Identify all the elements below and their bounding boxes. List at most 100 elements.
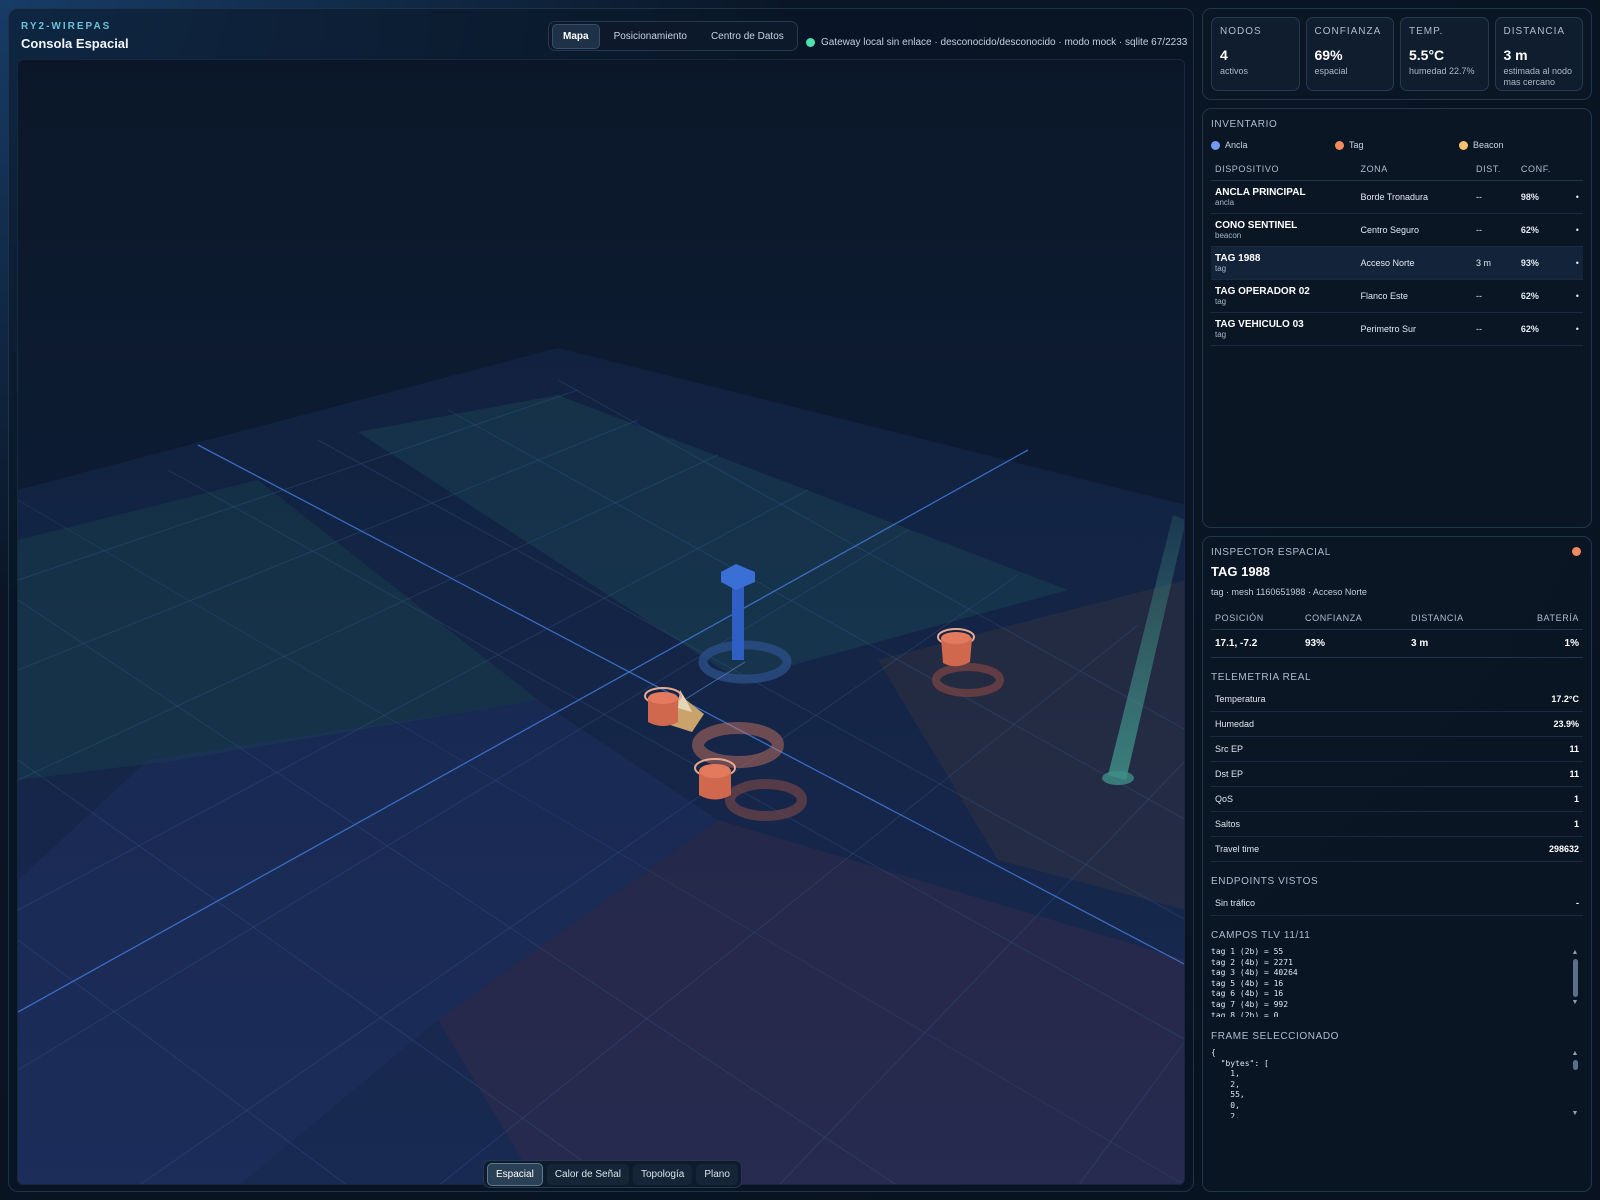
table-row[interactable]: ANCLA PRINCIPAL ancla Borde Tronadura -- … xyxy=(1211,180,1583,214)
table-row[interactable]: TAG OPERADOR 02 tag Flanco Este -- 62% • xyxy=(1211,279,1583,313)
render-mode-tabs: Espacial Calor de Señal Topología Plano xyxy=(483,1160,742,1188)
legend-label: Ancla xyxy=(1225,140,1248,150)
endpoints-section: ENDPOINTS VISTOS Sin tráfico - xyxy=(1211,876,1583,916)
table-row[interactable]: CONO SENTINEL beacon Centro Seguro -- 62%… xyxy=(1211,213,1583,247)
stat-confianza: CONFIANZA 69% espacial xyxy=(1305,17,1394,91)
conf-cell: 62% xyxy=(1516,279,1572,313)
table-row-selected[interactable]: TAG 1988 tag Acceso Norte 3 m 93% • xyxy=(1211,246,1583,280)
telemetry-key: Src EP xyxy=(1215,744,1244,754)
mode-tab-espacial[interactable]: Espacial xyxy=(487,1162,543,1186)
stat-value: 3 m xyxy=(1503,47,1528,63)
telemetry-value: 17.2°C xyxy=(1551,694,1579,704)
kpi-dist: 3 m xyxy=(1407,629,1505,658)
frame-title: FRAME SELECCIONADO xyxy=(1211,1031,1340,1042)
endpoint-row: Sin tráfico - xyxy=(1211,891,1583,916)
inspector-title: TAG 1988 xyxy=(1211,564,1271,579)
telemetry-value: 1 xyxy=(1573,794,1579,804)
tlv-scroll-box[interactable]: tag 1 (2b) = 55 tag 2 (4b) = 2271 tag 3 … xyxy=(1211,947,1583,1017)
conf-cell: 62% xyxy=(1516,213,1572,247)
anchor-dot-icon xyxy=(1211,140,1220,150)
scroll-down-icon[interactable]: ▼ xyxy=(1571,1110,1579,1118)
frame-scrollbar[interactable]: ▲ ▼ xyxy=(1571,1050,1579,1118)
stat-label: TEMP. xyxy=(1409,26,1444,37)
scroll-thumb[interactable] xyxy=(1572,959,1578,997)
telemetry-list: Temperatura 17.2°C Humedad 23.9% Src EP 11 … xyxy=(1211,687,1583,862)
endpoints-title: ENDPOINTS VISTOS xyxy=(1211,876,1319,887)
inspector-card: INSPECTOR ESPACIAL TAG 1988 tag · mesh 1… xyxy=(1202,536,1592,1192)
scroll-up-icon[interactable]: ▲ xyxy=(1571,1050,1579,1058)
telemetry-key: Saltos xyxy=(1215,819,1241,829)
device-type: beacon xyxy=(1215,231,1242,240)
conf-cell: 98% xyxy=(1516,180,1572,214)
inspector-section-title: INSPECTOR ESPACIAL xyxy=(1211,547,1331,558)
device-cell: TAG 1988 tag xyxy=(1211,246,1357,280)
endpoint-key: Sin tráfico xyxy=(1215,898,1256,908)
dist-cell: -- xyxy=(1472,180,1517,214)
telemetry-key: Dst EP xyxy=(1215,769,1244,779)
tlv-scrollbar[interactable]: ▲ ▼ xyxy=(1571,949,1579,1017)
frame-section: FRAME SELECCIONADO { "bytes": [ 1, 2, 55… xyxy=(1211,1031,1583,1118)
conf-cell: 93% xyxy=(1516,246,1572,280)
scroll-down-icon[interactable]: ▼ xyxy=(1571,999,1579,1007)
kpi-header-bat: BATERÍA xyxy=(1505,613,1583,630)
row-indicator-icon: • xyxy=(1571,246,1583,280)
zone-cell: Borde Tronadura xyxy=(1356,180,1473,214)
table-row[interactable]: TAG VEHICULO 03 tag Perimetro Sur -- 62% … xyxy=(1211,312,1583,346)
telemetry-row: Humedad 23.9% xyxy=(1211,712,1583,737)
mode-tab-topologia[interactable]: Topología xyxy=(632,1163,693,1185)
brand-kicker: RY2-WIREPAS xyxy=(21,21,112,32)
frame-content: { "bytes": [ 1, 2, 55, 0, 2, xyxy=(1211,1048,1269,1118)
telemetry-row: Saltos 1 xyxy=(1211,812,1583,837)
zone-cell: Flanco Este xyxy=(1356,279,1473,313)
tab-mapa[interactable]: Mapa xyxy=(552,23,600,49)
telemetry-value: 1 xyxy=(1573,819,1579,829)
telemetry-key: Travel time xyxy=(1215,844,1260,854)
row-indicator-icon: • xyxy=(1571,180,1583,214)
legend-label: Tag xyxy=(1349,140,1364,150)
conf-cell: 62% xyxy=(1516,312,1572,346)
inspector-kpi-table: POSICIÓN CONFIANZA DISTANCIA BATERÍA 17.… xyxy=(1211,613,1583,658)
mode-tab-calor-de-senal[interactable]: Calor de Señal xyxy=(546,1163,629,1185)
mode-tab-plano[interactable]: Plano xyxy=(696,1163,738,1185)
scene-canvas[interactable] xyxy=(18,60,1185,1185)
telemetry-title: TELEMETRIA REAL xyxy=(1211,672,1312,683)
device-name: TAG 1988 xyxy=(1215,253,1261,264)
dist-cell: -- xyxy=(1472,279,1517,313)
telemetry-row: Dst EP 11 xyxy=(1211,762,1583,787)
col-header-device: DISPOSITIVO xyxy=(1211,164,1357,181)
telemetry-key: QoS xyxy=(1215,794,1234,804)
dist-cell: -- xyxy=(1472,312,1517,346)
spatial-3d-scene[interactable] xyxy=(17,59,1185,1185)
gateway-status: Gateway local sin enlace · desconocido/d… xyxy=(806,37,1187,48)
legend-item-tag: Tag xyxy=(1335,140,1459,150)
stat-label: NODOS xyxy=(1220,26,1262,37)
kpi-header-dist: DISTANCIA xyxy=(1407,613,1505,630)
device-type: tag xyxy=(1215,297,1227,306)
stat-sub: estimada al nodo mas cercano xyxy=(1503,66,1573,87)
stat-sub: humedad 22.7% xyxy=(1409,66,1475,76)
telemetry-section: TELEMETRIA REAL Temperatura 17.2°C Humeda… xyxy=(1211,672,1583,862)
scroll-thumb[interactable] xyxy=(1572,1060,1578,1070)
tlv-section: CAMPOS TLV 11/11 tag 1 (2b) = 55 tag 2 (… xyxy=(1211,930,1583,1017)
device-name: TAG OPERADOR 02 xyxy=(1215,286,1310,297)
dist-cell: -- xyxy=(1472,213,1517,247)
legend-item-ancla: Ancla xyxy=(1211,140,1335,150)
kpi-conf: 93% xyxy=(1301,629,1407,658)
status-dot-icon xyxy=(806,38,815,47)
device-cell: CONO SENTINEL beacon xyxy=(1211,213,1357,247)
device-type: tag xyxy=(1215,330,1227,339)
device-cell: TAG OPERADOR 02 tag xyxy=(1211,279,1357,313)
tab-centro-de-datos[interactable]: Centro de Datos xyxy=(701,25,794,48)
stat-value: 69% xyxy=(1314,47,1343,63)
inventory-card: INVENTARIO Ancla Tag Beacon DISPOSITIVO … xyxy=(1202,108,1592,528)
telemetry-row: Temperatura 17.2°C xyxy=(1211,687,1583,712)
col-header-dist: DIST. xyxy=(1472,164,1517,181)
tab-posicionamiento[interactable]: Posicionamiento xyxy=(604,25,697,48)
legend-label: Beacon xyxy=(1473,140,1504,150)
device-cell: ANCLA PRINCIPAL ancla xyxy=(1211,180,1357,214)
tlv-title: CAMPOS TLV 11/11 xyxy=(1211,930,1311,941)
scroll-up-icon[interactable]: ▲ xyxy=(1571,949,1579,957)
gateway-status-text: Gateway local sin enlace · desconocido/d… xyxy=(821,37,1188,48)
frame-scroll-box[interactable]: { "bytes": [ 1, 2, 55, 0, 2, ▲ ▼ xyxy=(1211,1048,1583,1118)
dist-cell: 3 m xyxy=(1472,246,1517,280)
